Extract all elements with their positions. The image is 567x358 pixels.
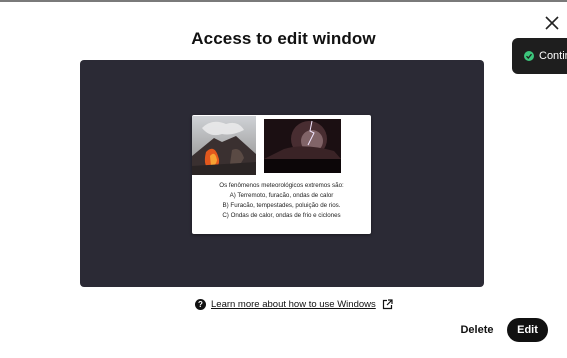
check-circle-icon — [524, 51, 534, 61]
slide-line: C) Ondas de calor, ondas de frio e ciclo… — [222, 212, 341, 219]
toast-notification[interactable]: Continue — [512, 38, 567, 74]
slide-line: Os fenômenos meteorológicos extremos são… — [219, 182, 344, 189]
external-link-icon[interactable] — [382, 298, 393, 310]
edit-button[interactable]: Edit — [507, 318, 548, 342]
top-border — [0, 0, 567, 2]
slide-question-text: Os fenômenos meteorológicos extremos são… — [192, 181, 371, 221]
delete-button[interactable]: Delete — [452, 318, 502, 342]
storm-lightning-photo — [264, 119, 341, 173]
slide-line: B) Furacão, tempestades, poluição de rio… — [222, 202, 341, 209]
slide-preview-panel[interactable]: Os fenômenos meteorológicos extremos são… — [80, 60, 484, 287]
toast-text: Continue — [539, 50, 567, 62]
slide-thumbnail[interactable]: Os fenômenos meteorológicos extremos são… — [192, 115, 371, 234]
learn-more-link[interactable]: Learn more about how to use Windows — [211, 299, 376, 310]
help-icon: ? — [195, 298, 206, 310]
slide-line: A) Terremoto, furacão, ondas de calor — [229, 192, 334, 199]
volcano-eruption-photo — [192, 116, 256, 175]
help-row: ? Learn more about how to use Windows — [195, 297, 393, 311]
dialog-title: Access to edit window — [191, 29, 376, 48]
